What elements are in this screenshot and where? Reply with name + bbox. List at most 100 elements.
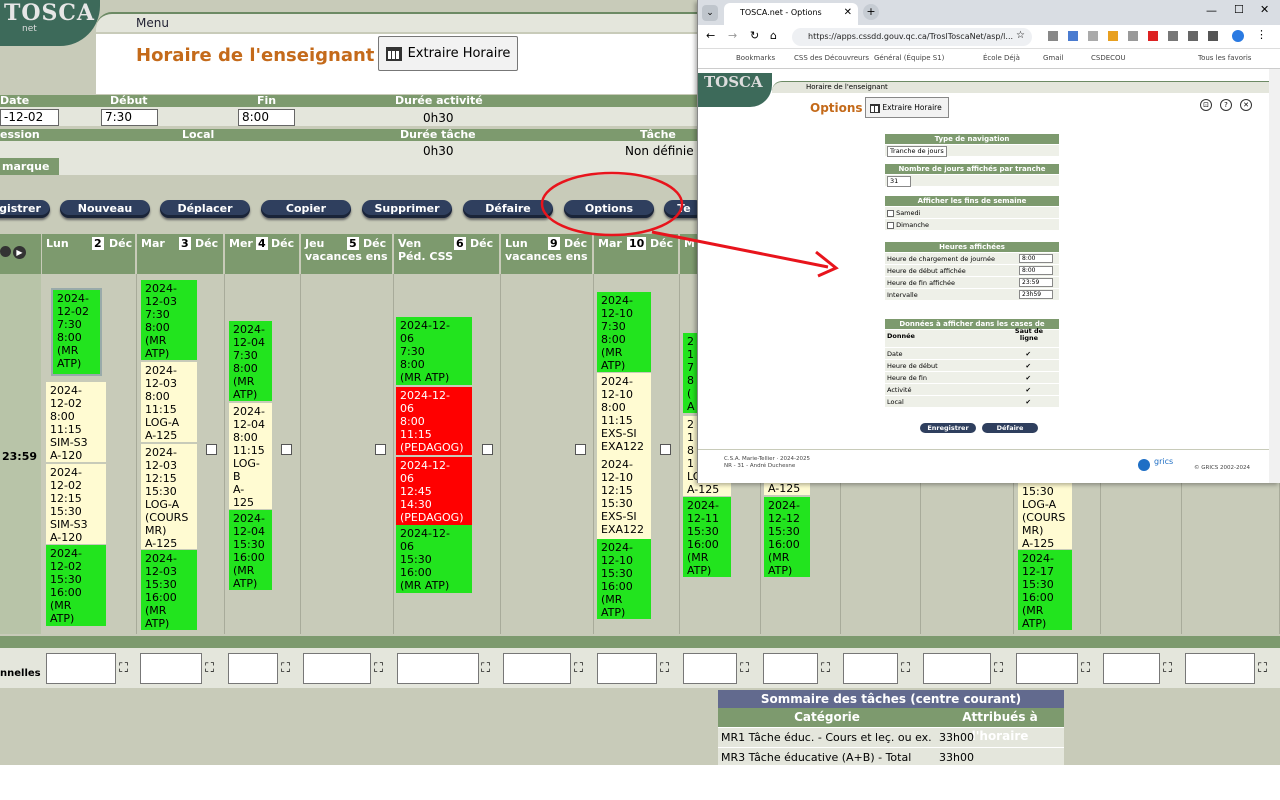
bookmark-item[interactable]: CSS des Découvreurs xyxy=(794,54,869,62)
event-block[interactable]: 2024- 12-02 7:30 8:00 (MR ATP) xyxy=(51,288,102,376)
hour-input[interactable]: 23:59 xyxy=(1019,278,1053,287)
bookmark-item[interactable]: Bookmarks xyxy=(736,54,775,62)
event-block[interactable]: 2024- 12-12 15:30 16:00 (MR ATP) xyxy=(764,497,810,577)
dimanche-checkbox[interactable] xyxy=(887,221,894,229)
expand-icon[interactable]: ⛶ xyxy=(205,661,214,676)
event-block[interactable]: 2024-12- 06 7:30 8:00 (MR ATP) xyxy=(396,317,472,385)
event-block[interactable]: 2024- 12-02 8:00 11:15 SIM-S3 A-120 xyxy=(46,382,106,462)
day-checkbox[interactable] xyxy=(206,444,217,455)
hour-input[interactable]: 8:00 xyxy=(1019,254,1053,263)
event-block[interactable]: 2024- 12-11 15:30 16:00 (MR ATP) xyxy=(683,497,731,577)
event-block[interactable]: 2024- 12-10 7:30 8:00 (MR ATP) xyxy=(597,292,651,372)
event-block[interactable]: 2024-12- 06 12:45 14:30 (PEDAGOG) xyxy=(396,457,472,525)
notes-textarea[interactable] xyxy=(397,653,479,684)
notes-textarea[interactable] xyxy=(503,653,571,684)
expand-icon[interactable]: ⛶ xyxy=(901,661,910,676)
expand-icon[interactable]: ⛶ xyxy=(481,661,490,676)
extension-icon[interactable] xyxy=(1128,31,1138,41)
popup-extract-button[interactable]: Extraire Horaire xyxy=(865,97,949,118)
expand-icon[interactable]: ⛶ xyxy=(1081,661,1090,676)
new-button[interactable]: Nouveau xyxy=(60,200,150,218)
event-block[interactable]: 2024- 12-04 8:00 11:15 LOG- B A- 125 xyxy=(229,403,272,509)
notes-textarea[interactable] xyxy=(597,653,657,684)
browser-tab[interactable]: TOSCA.net - Options ✕ xyxy=(724,3,858,25)
event-block[interactable]: 2024- 12-02 15:30 16:00 (MR ATP) xyxy=(46,545,106,626)
hour-input[interactable]: 23h59 xyxy=(1019,290,1053,299)
day-checkbox[interactable] xyxy=(660,444,671,455)
event-block[interactable]: 2024- 12-10 8:00 11:15 EXS-SI EXA122 xyxy=(597,373,651,456)
bookmark-star-icon[interactable]: ☆ xyxy=(1016,30,1025,41)
expand-icon[interactable]: ⛶ xyxy=(821,661,830,676)
event-block[interactable]: 2024- 12-02 12:15 15:30 SIM-S3 A-120 xyxy=(46,464,106,544)
pdf-extension-icon[interactable] xyxy=(1148,31,1158,41)
undo-button[interactable]: Défaire xyxy=(463,200,553,218)
extension-icon[interactable] xyxy=(1048,31,1058,41)
extension-icon[interactable] xyxy=(1068,31,1078,41)
samedi-checkbox[interactable] xyxy=(887,209,894,217)
expand-icon[interactable]: ⛶ xyxy=(281,661,290,676)
expand-icon[interactable]: ⛶ xyxy=(119,661,128,676)
notes-textarea[interactable] xyxy=(683,653,737,684)
bookmark-item[interactable]: École Déjà xyxy=(983,54,1020,62)
hour-input[interactable]: 8:00 xyxy=(1019,266,1053,275)
fin-field[interactable]: 8:00 xyxy=(238,109,295,126)
move-button[interactable]: Déplacer xyxy=(160,200,250,218)
options-button[interactable]: Options xyxy=(564,200,654,218)
close-window-icon[interactable]: ✕ xyxy=(1260,3,1269,16)
popup-save-button[interactable]: Enregistrer xyxy=(920,423,976,433)
popup-undo-button[interactable]: Défaire xyxy=(982,423,1038,433)
event-block[interactable]: 2024-12- 06 15:30 16:00 (MR ATP) xyxy=(396,525,472,593)
maximize-icon[interactable]: ☐ xyxy=(1234,3,1244,16)
menu-link[interactable]: Menu xyxy=(136,16,169,30)
bookmark-item[interactable]: Gmail xyxy=(1043,54,1063,62)
nav-type-select[interactable]: Tranche de jours xyxy=(887,146,947,157)
notes-textarea[interactable] xyxy=(763,653,818,684)
notes-textarea[interactable] xyxy=(923,653,991,684)
url-field[interactable]: https://apps.cssdd.gouv.qc.ca/TroslTosca… xyxy=(792,28,1032,46)
event-block[interactable]: 2024- 12-03 12:15 15:30 LOG-A (COURS MR)… xyxy=(141,444,197,550)
tab-close-icon[interactable]: ✕ xyxy=(844,3,852,23)
new-tab-icon[interactable]: + xyxy=(863,4,879,20)
notes-textarea[interactable] xyxy=(1103,653,1160,684)
extract-schedule-button[interactable]: Extraire Horaire xyxy=(378,36,518,71)
notes-textarea[interactable] xyxy=(843,653,898,684)
notes-textarea[interactable] xyxy=(46,653,116,684)
day-checkbox[interactable] xyxy=(281,444,292,455)
extension-icon[interactable] xyxy=(1188,31,1198,41)
extension-icon[interactable] xyxy=(1168,31,1178,41)
expand-icon[interactable]: ⛶ xyxy=(660,661,669,676)
popup-calendar-icon[interactable]: ⊡ xyxy=(1200,99,1212,111)
notes-textarea[interactable] xyxy=(140,653,202,684)
home-icon[interactable]: ⌂ xyxy=(770,29,777,42)
profile-icon[interactable] xyxy=(1232,30,1244,42)
expand-icon[interactable]: ⛶ xyxy=(374,661,383,676)
back-icon[interactable]: ← xyxy=(706,29,715,42)
tab-menu-icon[interactable]: ⌄ xyxy=(702,5,718,21)
check-icon[interactable]: ✔ xyxy=(1026,396,1031,408)
expand-icon[interactable]: ⛶ xyxy=(574,661,583,676)
next-arrow-icon[interactable]: ▶ xyxy=(13,246,26,259)
extension-icon[interactable] xyxy=(1108,31,1118,41)
extension-icon[interactable] xyxy=(1208,31,1218,41)
delete-button[interactable]: Supprimer xyxy=(362,200,452,218)
minimize-icon[interactable]: — xyxy=(1206,4,1217,17)
reload-icon[interactable]: ↻ xyxy=(750,29,759,42)
event-block[interactable]: 2024-12- 06 8:00 11:15 (PEDAGOG) xyxy=(396,387,472,455)
expand-icon[interactable]: ⛶ xyxy=(1258,661,1267,676)
event-block[interactable]: 2024- 12-04 7:30 8:00 (MR ATP) xyxy=(229,321,272,401)
notes-textarea[interactable] xyxy=(1185,653,1255,684)
notes-textarea[interactable] xyxy=(1016,653,1078,684)
popup-help-icon[interactable]: ? xyxy=(1220,99,1232,111)
save-button[interactable]: gistrer xyxy=(0,200,50,218)
days-input[interactable]: 31 xyxy=(887,176,911,187)
popup-close-icon[interactable]: ✕ xyxy=(1240,99,1252,111)
event-block[interactable]: 2024- 12-10 15:30 16:00 (MR ATP) xyxy=(597,539,651,619)
event-block[interactable]: 2024- 12-03 7:30 8:00 (MR ATP) xyxy=(141,280,197,360)
day-checkbox[interactable] xyxy=(482,444,493,455)
event-block[interactable]: 15:30 LOG-A (COURS MR) A-125 xyxy=(1018,483,1072,550)
notes-textarea[interactable] xyxy=(303,653,371,684)
extension-icon[interactable] xyxy=(1088,31,1098,41)
more-menu-icon[interactable]: ⋮ xyxy=(1256,28,1267,41)
notes-textarea[interactable] xyxy=(228,653,278,684)
expand-icon[interactable]: ⛶ xyxy=(994,661,1003,676)
